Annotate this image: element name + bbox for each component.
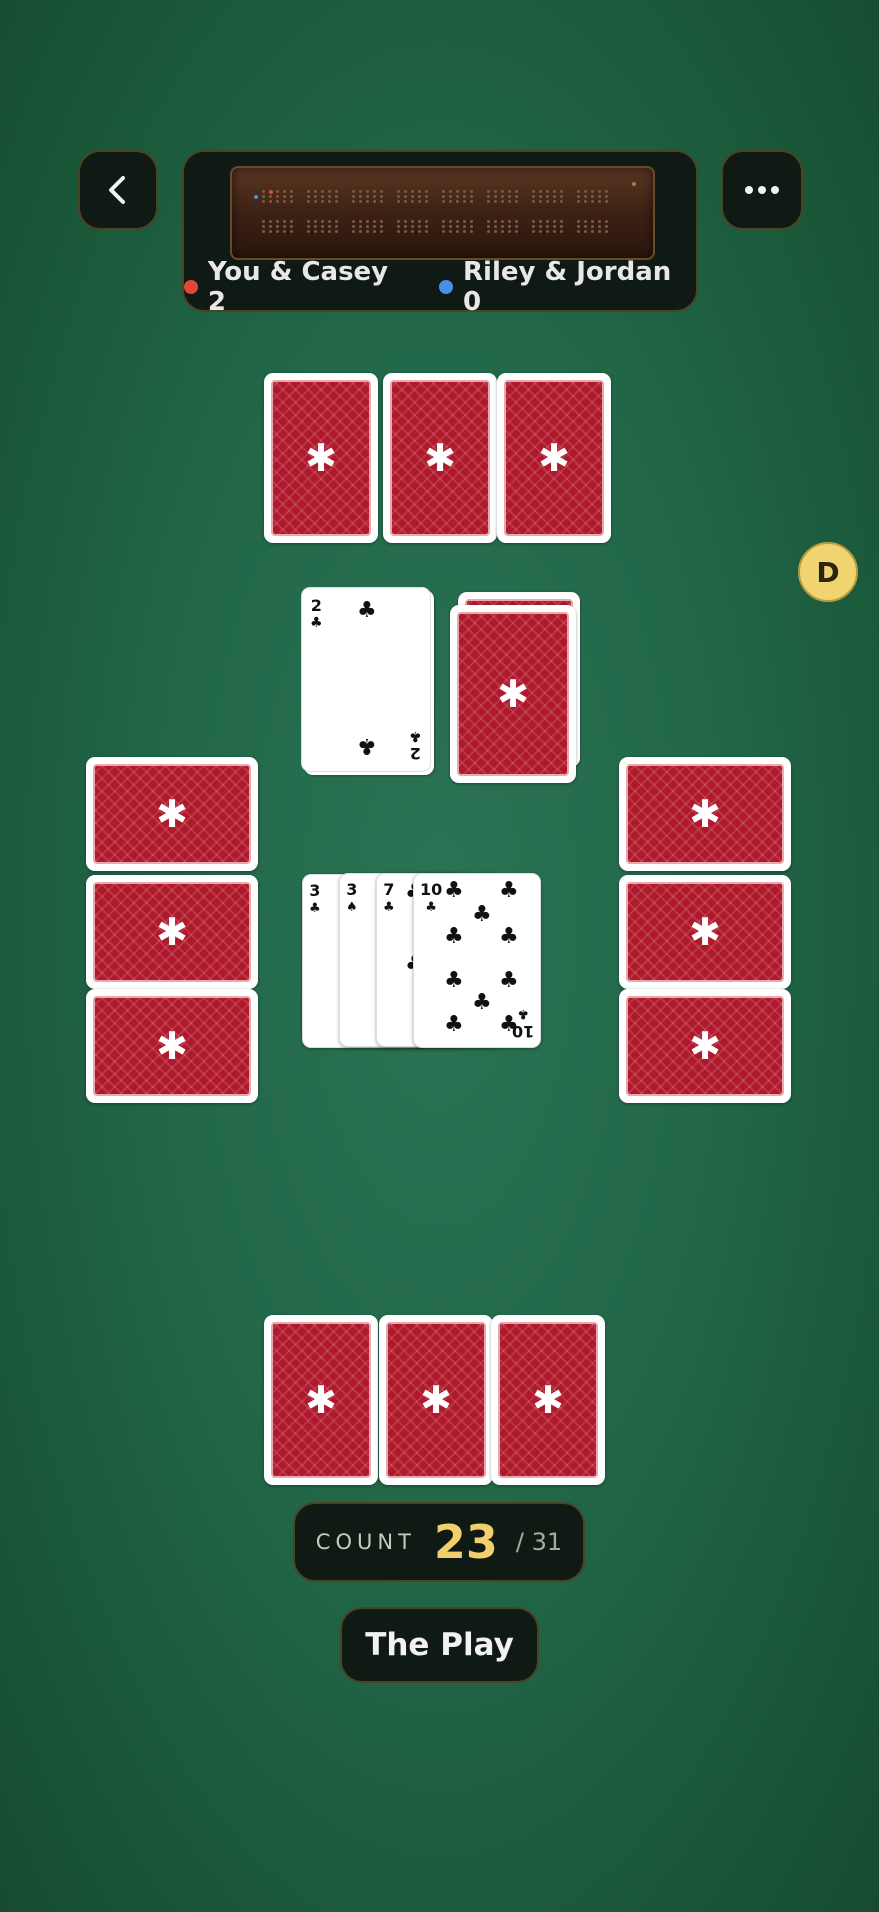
club-pip: ♣ xyxy=(357,598,377,623)
count-display: COUNT 23 / 31 xyxy=(293,1502,585,1582)
back-button[interactable] xyxy=(78,150,158,230)
player-card[interactable]: ✱ xyxy=(264,1315,378,1485)
score-line: You & Casey 2 Riley & Jordan 0 xyxy=(184,257,696,317)
count-label: COUNT xyxy=(315,1530,416,1554)
opponent-card: ✱ xyxy=(86,875,258,989)
opponent-card: ✱ xyxy=(619,875,791,989)
club-pip: ♣ xyxy=(444,1012,464,1037)
peg-hole-group xyxy=(307,220,339,233)
peg-hole-group xyxy=(577,190,609,203)
club-pip: ♣ xyxy=(499,878,519,903)
team-blue-dot xyxy=(439,280,454,294)
peg-hole-group xyxy=(532,190,564,203)
red-peg xyxy=(269,190,273,194)
peg-hole-group xyxy=(487,220,519,233)
scoreboard-panel: You & Casey 2 Riley & Jordan 0 xyxy=(182,150,698,317)
dealer-badge: D xyxy=(798,542,858,602)
peg-hole-group xyxy=(262,190,294,203)
club-pip: ♣ xyxy=(444,878,464,903)
played-card-top: 10 ♣ ♣ ♣ ♣ ♣ ♣ ♣ ♣ ♣ ♣ ♣ 10 ♣ xyxy=(413,873,541,1048)
peg-track-bottom xyxy=(262,220,609,233)
team-riley-jordan: Riley & Jordan 0 xyxy=(439,257,696,317)
club-pip: ♣ xyxy=(472,990,492,1015)
peg-hole-group xyxy=(352,190,384,203)
club-pip: ♣ xyxy=(499,924,519,949)
opponent-card: ✱ xyxy=(619,989,791,1103)
partner-card: ✱ xyxy=(383,373,497,543)
starter-card: 2 ♣ ♣ ♣ 2 ♣ xyxy=(301,587,431,772)
cribbage-board xyxy=(230,166,655,260)
player-card[interactable]: ✱ xyxy=(379,1315,493,1485)
club-pip: ♣ xyxy=(444,924,464,949)
peg-hole-group xyxy=(397,220,429,233)
count-max: / 31 xyxy=(515,1528,563,1556)
partner-card: ✱ xyxy=(497,373,611,543)
more-horizontal-icon xyxy=(745,186,779,194)
menu-button[interactable] xyxy=(721,150,803,230)
team-red-dot xyxy=(184,280,198,294)
team-you-casey: You & Casey 2 xyxy=(184,257,413,317)
peg-hole-group xyxy=(307,190,339,203)
peg-hole-group xyxy=(577,220,609,233)
peg-hole-group xyxy=(442,220,474,233)
phase-label-button[interactable]: The Play xyxy=(340,1607,539,1683)
blue-peg xyxy=(254,195,258,199)
starter-rank-top: 2 ♣ xyxy=(310,596,323,631)
peg-hole-group xyxy=(442,190,474,203)
team-riley-jordan-score: Riley & Jordan 0 xyxy=(463,257,672,317)
count-value: 23 xyxy=(433,1515,498,1569)
peg-hole-group xyxy=(487,190,519,203)
opponent-card: ✱ xyxy=(619,757,791,871)
club-pip: ♣ xyxy=(499,968,519,993)
peg-hole-group xyxy=(262,220,294,233)
deck-card: ✱ xyxy=(450,605,576,783)
peg-track-top xyxy=(262,190,609,203)
player-card[interactable]: ✱ xyxy=(491,1315,605,1485)
club-pip: ♣ xyxy=(357,733,377,758)
game-hole xyxy=(632,182,636,186)
peg-hole-group xyxy=(532,220,564,233)
team-you-casey-score: You & Casey 2 xyxy=(207,257,389,317)
chevron-left-icon xyxy=(109,176,125,204)
partner-card: ✱ xyxy=(264,373,378,543)
club-pip: ♣ xyxy=(444,968,464,993)
starter-rank-bottom: 2 ♣ xyxy=(409,728,422,763)
club-pip: ♣ xyxy=(472,902,492,927)
peg-hole-group xyxy=(352,220,384,233)
opponent-card: ✱ xyxy=(86,757,258,871)
peg-hole-group xyxy=(397,190,429,203)
opponent-card: ✱ xyxy=(86,989,258,1103)
